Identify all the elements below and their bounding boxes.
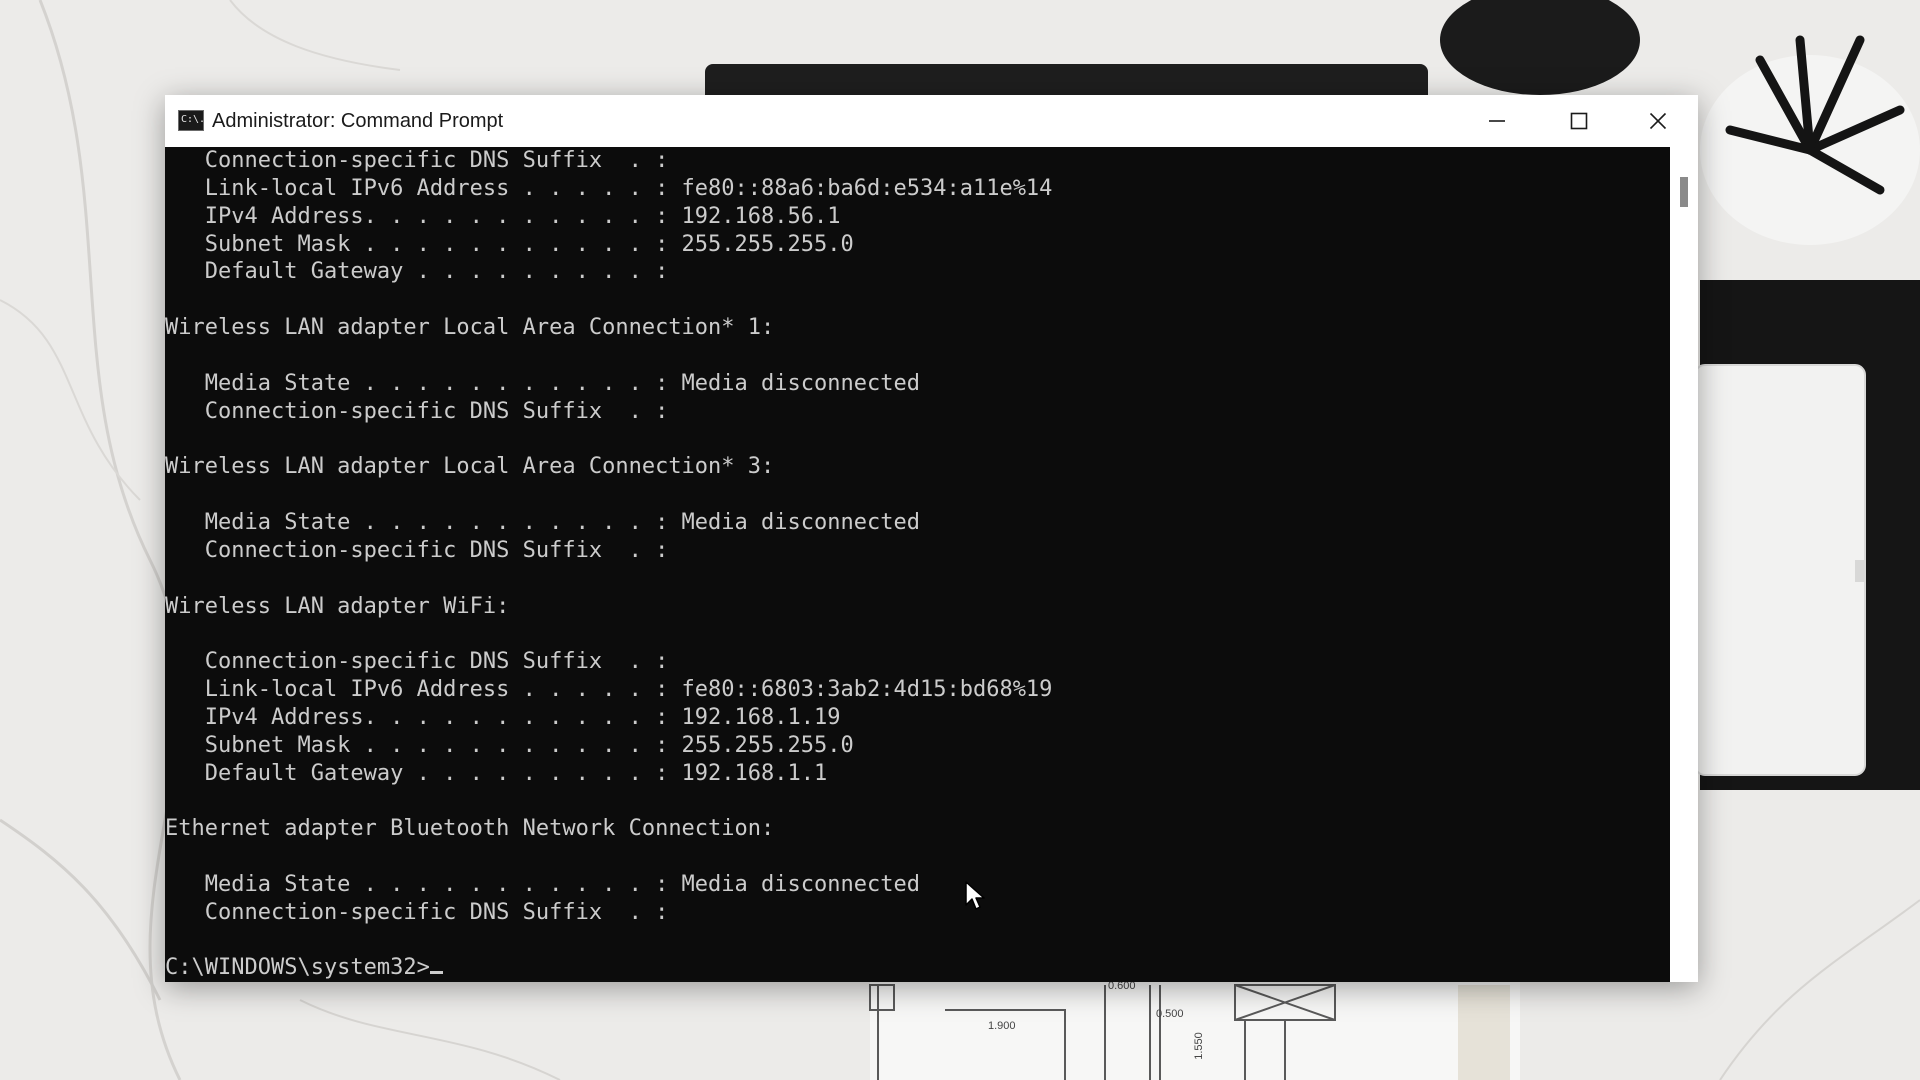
maximize-button[interactable] (1539, 95, 1619, 147)
console-line: Media State . . . . . . . . . . . : Medi… (165, 509, 920, 535)
console-line: Connection-specific DNS Suffix . : (165, 649, 669, 675)
console-line: Media State . . . . . . . . . . . : Medi… (165, 871, 920, 897)
blueprint-label: 1.550 (1192, 1032, 1205, 1060)
console-line: Connection-specific DNS Suffix . : (165, 899, 669, 925)
blueprint-label: 0.500 (1156, 1008, 1184, 1020)
console-line: Media State . . . . . . . . . . . : Medi… (165, 370, 920, 396)
minimize-button[interactable] (1457, 95, 1537, 147)
console-line: Connection-specific DNS Suffix . : (165, 537, 669, 563)
console-line: IPv4 Address. . . . . . . . . . . : 192.… (165, 704, 841, 730)
console-line: Link-local IPv6 Address . . . . . : fe80… (165, 677, 1053, 703)
console-line: Ethernet adapter Bluetooth Network Conne… (165, 816, 775, 842)
vertical-scrollbar[interactable] (1670, 147, 1698, 982)
console-area[interactable]: Connection-specific DNS Suffix . : Link-… (165, 147, 1670, 982)
console-line: IPv4 Address. . . . . . . . . . . : 192.… (165, 203, 841, 229)
console-output: Connection-specific DNS Suffix . : Link-… (165, 147, 1052, 982)
console-line: Default Gateway . . . . . . . . . : (165, 259, 669, 285)
command-prompt-line: C:\WINDOWS\system32> (165, 955, 430, 981)
command-prompt-app-icon: C:\. (178, 110, 204, 131)
console-line: Default Gateway . . . . . . . . . : 192.… (165, 760, 828, 786)
maximize-icon (1570, 112, 1588, 130)
command-prompt-window[interactable]: C:\. Administrator: Command Prompt Conne… (165, 95, 1698, 982)
close-button[interactable] (1618, 95, 1698, 147)
close-icon (1649, 112, 1667, 130)
console-line: Connection-specific DNS Suffix . : (165, 398, 669, 424)
console-line: Wireless LAN adapter Local Area Connecti… (165, 454, 775, 480)
console-line: Link-local IPv6 Address . . . . . : fe80… (165, 175, 1053, 201)
title-bar[interactable]: C:\. Administrator: Command Prompt (165, 95, 1698, 147)
mouse-pointer-icon (965, 881, 985, 910)
desktop-background: 0.600 1.900 0.500 1.550 C:\. Administrat… (0, 0, 1920, 1080)
console-line: Connection-specific DNS Suffix . : (165, 148, 669, 173)
console-line: Subnet Mask . . . . . . . . . . . : 255.… (165, 732, 854, 758)
console-line: Subnet Mask . . . . . . . . . . . : 255.… (165, 231, 854, 257)
text-cursor (429, 971, 443, 975)
console-line: Wireless LAN adapter WiFi: (165, 593, 510, 619)
window-title: Administrator: Command Prompt (212, 110, 504, 132)
blueprint-label: 1.900 (988, 1020, 1016, 1032)
minimize-icon (1489, 120, 1505, 122)
scrollbar-thumb[interactable] (1680, 177, 1688, 207)
console-line: Wireless LAN adapter Local Area Connecti… (165, 315, 775, 341)
